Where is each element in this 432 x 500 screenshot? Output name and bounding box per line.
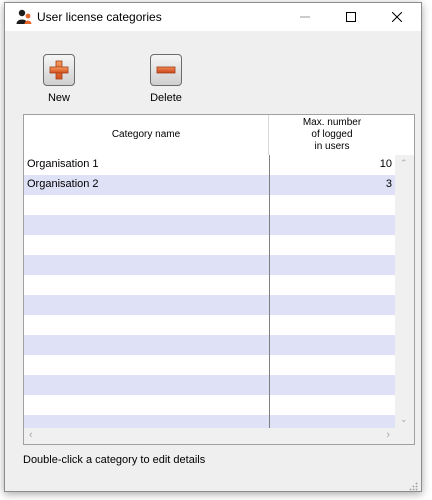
empty-row — [24, 415, 395, 428]
empty-row — [24, 235, 395, 255]
table-header: Category name Max. number of logged in u… — [24, 115, 395, 155]
close-button[interactable] — [374, 3, 420, 31]
max-users-cell: 10 — [379, 158, 392, 170]
window-title: User license categories — [37, 10, 162, 24]
new-button[interactable] — [43, 54, 75, 86]
scrollbar-corner — [395, 428, 414, 444]
people-icon — [15, 9, 33, 25]
column-divider — [269, 155, 270, 428]
empty-row — [24, 315, 395, 335]
column-header-label: Category name — [111, 129, 181, 140]
categories-table: Category name Max. number of logged in u… — [23, 114, 415, 445]
column-header-line: of logged — [311, 129, 353, 140]
empty-row — [24, 215, 395, 235]
category-name-cell: Organisation 2 — [27, 178, 99, 190]
horizontal-scrollbar[interactable]: ‹ › — [24, 428, 395, 444]
table-body: Organisation 1 10 Organisation 2 3 — [24, 155, 395, 428]
empty-row — [24, 395, 395, 415]
empty-row — [24, 355, 395, 375]
minimize-icon — [300, 12, 310, 22]
vertical-scrollbar[interactable]: ⌃ ⌄ — [395, 155, 414, 428]
maximize-icon — [346, 12, 356, 22]
scroll-right-icon[interactable]: › — [386, 429, 390, 441]
user-license-categories-window: User license categories New Delete Categ… — [4, 2, 422, 492]
scroll-down-icon[interactable]: ⌄ — [400, 414, 408, 425]
empty-row — [24, 295, 395, 315]
empty-row — [24, 335, 395, 355]
category-name-cell: Organisation 1 — [27, 158, 99, 170]
table-row[interactable]: Organisation 2 3 — [24, 175, 395, 195]
maximize-button[interactable] — [328, 3, 374, 31]
column-header-category-name[interactable]: Category name — [24, 115, 268, 155]
close-icon — [392, 12, 402, 22]
empty-row — [24, 195, 395, 215]
empty-row — [24, 275, 395, 295]
delete-button-label[interactable]: Delete — [136, 92, 196, 104]
delete-button[interactable] — [150, 54, 182, 86]
column-header-line: Max. number — [302, 117, 362, 128]
scroll-up-icon[interactable]: ⌃ — [400, 158, 408, 169]
minimize-button[interactable] — [282, 3, 328, 31]
scroll-left-icon[interactable]: ‹ — [29, 429, 33, 441]
title-bar[interactable]: User license categories — [5, 3, 421, 31]
column-header-max-users[interactable]: Max. number of logged in users — [269, 115, 395, 155]
status-hint: Double-click a category to edit details — [23, 454, 206, 466]
column-header-line: in users — [314, 141, 350, 152]
table-row[interactable]: Organisation 1 10 — [24, 155, 395, 175]
max-users-cell: 3 — [385, 178, 392, 190]
resize-grip-icon[interactable] — [408, 478, 418, 491]
column-header-label: Max. number of logged in users — [303, 117, 361, 153]
empty-row — [24, 255, 395, 275]
new-button-label[interactable]: New — [29, 92, 89, 104]
empty-row — [24, 375, 395, 395]
